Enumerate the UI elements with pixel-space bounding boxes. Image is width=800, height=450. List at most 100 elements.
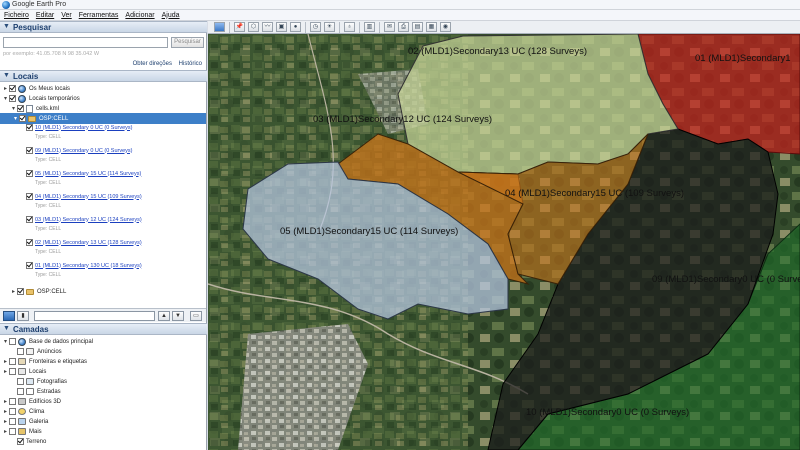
checkbox[interactable] [9,338,16,345]
checkbox[interactable] [17,288,24,295]
add-polygon-button[interactable]: ⬡ [248,22,259,32]
expand-arrow-icon[interactable]: ▸ [2,398,9,405]
checkbox[interactable] [17,348,24,355]
save-image-button[interactable]: ▤ [412,22,423,32]
collapse-triangle-icon: ▼ [3,325,10,332]
search-header[interactable]: ▼ Pesquisar [0,21,207,33]
menu-ferramentas[interactable]: Ferramentas [79,12,119,19]
layers-header[interactable]: ▼ Camadas [0,323,207,335]
list-item[interactable]: 01 (MLD1) Secondary 130 UC (18 Surveys) [26,260,142,271]
list-item[interactable]: 04 (MLD1) Secondary 15 UC (109 Surveys) [26,191,142,202]
checkbox[interactable] [17,388,24,395]
collapse-arrow-icon[interactable]: ▾ [2,95,9,102]
map-view-button[interactable]: ▦ [426,22,437,32]
expand-arrow-icon[interactable]: ▸ [2,358,9,365]
expand-arrow-icon[interactable]: ▸ [2,408,9,415]
checkbox[interactable] [26,124,33,131]
menu-ver[interactable]: Ver [61,12,72,19]
map-label-03: 03 (MLD1)Secondary12 UC (124 Surveys) [313,114,492,125]
sun-button[interactable]: ☀ [324,22,335,32]
checkbox[interactable] [17,438,24,445]
expand-arrow-icon[interactable]: ▸ [10,288,17,295]
add-placemark-button[interactable]: 📌 [234,22,245,32]
tree-label: Fotografias [37,378,68,385]
gallery-icon [18,418,26,425]
checkbox[interactable] [26,239,33,246]
placemark-link[interactable]: 05 (MLD1) Secondary 15 UC (114 Surveys) [35,171,141,177]
placemark-link[interactable]: 03 (MLD1) Secondary 12 UC (124 Surveys) [35,217,142,223]
get-directions-link[interactable]: Obter direções [133,61,172,67]
checkbox[interactable] [26,262,33,269]
checkbox[interactable] [9,95,16,102]
globe-icon [18,94,26,103]
search-button[interactable]: Pesquisar [171,37,204,48]
ruler-button[interactable]: ▥ [364,22,375,32]
search-hint: por exemplo: 41.05.708 N 98 35.042 W [3,51,100,57]
checkbox[interactable] [9,428,16,435]
sidebar-toggle-button[interactable] [214,22,225,32]
map-view[interactable]: 02 (MLD1)Secondary13 UC (128 Surveys) 01… [208,34,800,450]
map-label-05: 05 (MLD1)Secondary15 UC (114 Surveys) [280,226,458,237]
places-filter-input[interactable] [34,311,155,321]
checkbox[interactable] [9,368,16,375]
tree-label: Locais temporários [29,95,80,102]
checkbox[interactable] [26,147,33,154]
map-canvas[interactable]: 02 (MLD1)Secondary13 UC (128 Surveys) 01… [208,34,800,450]
checkbox[interactable] [9,418,16,425]
placemark-link[interactable]: 01 (MLD1) Secondary 130 UC (18 Surveys) [35,263,142,269]
expand-arrow-icon[interactable]: ▸ [2,428,9,435]
menu-ficheiro[interactable]: Ficheiro [4,12,29,19]
collapse-arrow-icon[interactable]: ▾ [10,105,17,112]
email-button[interactable]: ✉ [384,22,395,32]
places-header[interactable]: ▼ Locais [0,70,207,82]
checkbox[interactable] [9,85,16,92]
search-input[interactable] [3,37,168,48]
move-down-button[interactable]: ▼ [172,311,184,321]
print-button[interactable]: ⎙ [398,22,409,32]
checkbox[interactable] [9,398,16,405]
placemark-description: Type: CELL [35,157,62,163]
add-overlay-button[interactable]: ▣ [276,22,287,32]
record-tour-button[interactable]: ● [290,22,301,32]
layer-item[interactable]: Terreno [10,436,46,447]
list-item[interactable]: 03 (MLD1) Secondary 12 UC (124 Surveys) [26,214,142,225]
history-link[interactable]: Histórico [179,61,202,67]
search-places-button[interactable] [3,311,15,321]
historical-imagery-button[interactable]: ◷ [310,22,321,32]
list-item[interactable]: 02 (MLD1) Secondary 13 UC (128 Surveys) [26,237,142,248]
collapse-arrow-icon[interactable]: ▾ [2,338,9,345]
list-item[interactable]: 05 (MLD1) Secondary 15 UC (114 Surveys) [26,168,141,179]
checkbox[interactable] [19,115,26,122]
placemark-description: Type: CELL [35,180,62,186]
expand-arrow-icon[interactable]: ▸ [2,418,9,425]
placemark-link[interactable]: 02 (MLD1) Secondary 13 UC (128 Surveys) [35,240,142,246]
places-header-label: Locais [12,71,39,81]
placemark-link[interactable]: 10 (MLD1) Secondary 0 UC (0 Surveys) [35,125,133,131]
menu-editar[interactable]: Editar [36,12,54,19]
expand-arrow-icon[interactable]: ▸ [2,85,9,92]
placemark-description: Type: CELL [35,249,62,255]
checkbox[interactable] [17,378,24,385]
list-item[interactable]: 10 (MLD1) Secondary 0 UC (0 Surveys) [26,122,133,133]
expand-arrow-icon[interactable]: ▸ [2,368,9,375]
placemark-description: Type: CELL [35,134,62,140]
tree-osp-cell-folder[interactable]: ▸ OSP:CELL [10,286,66,297]
placemark-link[interactable]: 09 (MLD1) Secondary 0 UC (0 Surveys) [35,148,133,154]
menu-ajuda[interactable]: Ajuda [162,12,180,19]
add-path-button[interactable]: 〰 [262,22,273,32]
checkbox[interactable] [26,216,33,223]
checkbox[interactable] [9,358,16,365]
collapse-arrow-icon[interactable]: ▾ [12,115,19,122]
checkbox[interactable] [26,193,33,200]
placemark-link[interactable]: 04 (MLD1) Secondary 15 UC (109 Surveys) [35,194,142,200]
view-button[interactable]: ▭ [190,311,202,321]
menu-adicionar[interactable]: Adicionar [125,12,154,19]
list-item[interactable]: 09 (MLD1) Secondary 0 UC (0 Surveys) [26,145,133,156]
checkbox[interactable] [17,105,24,112]
move-up-button[interactable]: ▲ [158,311,170,321]
panel-toggle-button[interactable]: ▮ [17,311,29,321]
google-earth-button[interactable]: ◉ [440,22,451,32]
planet-button[interactable]: ♁ [344,22,355,32]
checkbox[interactable] [9,408,16,415]
checkbox[interactable] [26,170,33,177]
